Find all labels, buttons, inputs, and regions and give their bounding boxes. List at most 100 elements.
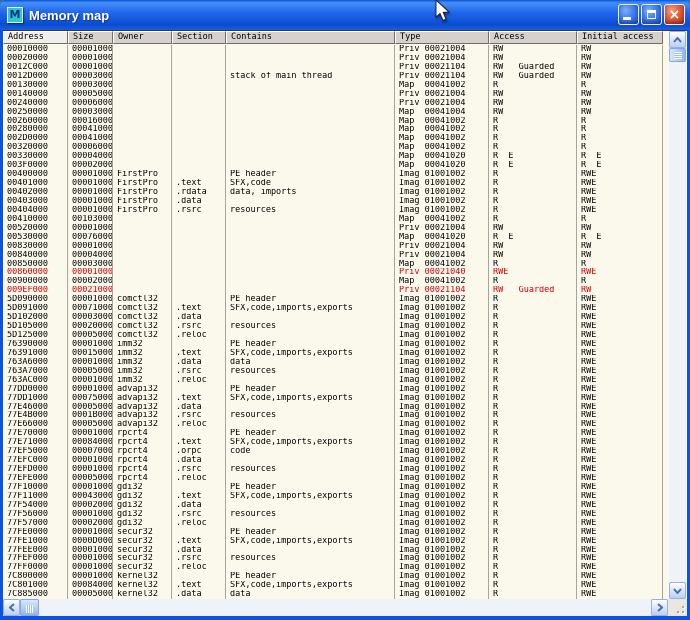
column-header-contains[interactable]: Contains <box>226 31 395 44</box>
scroll-up-button[interactable] <box>669 31 686 48</box>
size-cell: 00003000 <box>68 72 113 81</box>
maximize-button[interactable] <box>641 4 662 25</box>
table-row[interactable]: 5D09000000001000comctl32PE headerImag 01… <box>3 295 663 304</box>
table-row[interactable]: 0033000000004000Map 00041020R ER E <box>3 152 663 161</box>
table-row[interactable]: 0002000000001000Priv 00021004RWRW <box>3 54 663 63</box>
owner-cell <box>113 152 172 161</box>
table-row[interactable]: 77FE000000001000secur32PE headerImag 010… <box>3 528 663 537</box>
column-header-section[interactable]: Section <box>172 31 226 44</box>
column-header-size[interactable]: Size <box>68 31 113 44</box>
table-row[interactable]: 77F1000000001000gdi32PE headerImag 01001… <box>3 483 663 492</box>
table-row[interactable]: 5D10200000003000comctl32.dataImag 010010… <box>3 313 663 322</box>
table-row[interactable]: 77E7000000001000rpcrt4PE headerImag 0100… <box>3 429 663 438</box>
table-row[interactable]: 77FEE00000001000secur32.dataImag 0100100… <box>3 546 663 555</box>
table-row[interactable]: 0085000000003000Map 00041002RR <box>3 260 663 269</box>
resize-grip[interactable] <box>668 599 687 616</box>
table-row[interactable]: 0083000000001000Priv 00021004RWRW <box>3 242 663 251</box>
table-row[interactable]: 77FF000000001000secur32.relocImag 010010… <box>3 563 663 572</box>
table-row[interactable]: 77FE10000000D000secur32.textSFX,code,imp… <box>3 537 663 546</box>
table-row[interactable]: 77DD000000001000advapi32PE headerImag 01… <box>3 385 663 394</box>
scroll-right-button[interactable] <box>651 599 668 616</box>
column-header-type[interactable]: Type <box>395 31 489 44</box>
table-row[interactable]: 0001000000001000Priv 00021004RWRW <box>3 45 663 54</box>
table-row[interactable]: 7639100000015000imm32.textSFX,code,impor… <box>3 349 663 358</box>
horizontal-scrollbar[interactable] <box>3 599 668 616</box>
table-row[interactable]: 77F5600000001000gdi32.rsrcresourcesImag … <box>3 510 663 519</box>
close-button[interactable]: × <box>664 4 685 25</box>
size-cell: 00004000 <box>68 152 113 161</box>
table-row[interactable]: 0040400000001000FirstPro.rsrcresourcesIm… <box>3 206 663 215</box>
table-row[interactable]: 0024000000006000Priv 00021004RWRW <box>3 99 663 108</box>
table-row[interactable]: 763AC00000001000imm32.relocImag 01001002… <box>3 376 663 385</box>
size-cell: 00043000 <box>68 492 113 501</box>
table-row[interactable]: 0053000000076000Map 00041020R ER E <box>3 233 663 242</box>
table-row[interactable]: 5D10500000020000comctl32.rsrcresourcesIm… <box>3 322 663 331</box>
table-row[interactable]: 009EF00000021000Priv 00021104RW GuardedR… <box>3 286 663 295</box>
table-row[interactable]: 0040300000001000FirstPro.dataImag 010010… <box>3 197 663 206</box>
owner-cell: comctl32 <box>113 331 172 340</box>
table-row[interactable]: 0032000000006000Map 00041002RR <box>3 143 663 152</box>
table-row[interactable]: 77E6600000005000advapi32.relocImag 01001… <box>3 420 663 429</box>
table-row[interactable]: 0025000000003000Map 00041004RWRW <box>3 108 663 117</box>
owner-cell <box>113 54 172 63</box>
table-row[interactable]: 77EFD00000001000rpcrt4.rsrcresourcesImag… <box>3 465 663 474</box>
table-row[interactable]: 77E7100000084000rpcrt4.textSFX,code,impo… <box>3 438 663 447</box>
owner-cell: imm32 <box>113 340 172 349</box>
scroll-down-button[interactable] <box>669 582 686 599</box>
size-cell: 00005000 <box>68 367 113 376</box>
table-row[interactable]: 0040000000001000FirstProPE headerImag 01… <box>3 170 663 179</box>
table-row[interactable]: 77F5700000002000gdi32.relocImag 01001002… <box>3 519 663 528</box>
table-row[interactable]: 77EF500000007000rpcrt4.orpccodeImag 0100… <box>3 447 663 456</box>
column-header-access[interactable]: Access <box>489 31 577 44</box>
table-row[interactable]: 0041000000103000Map 00041002RR <box>3 215 663 224</box>
address-cell: 00401000 <box>3 179 68 188</box>
vertical-scroll-thumb[interactable] <box>669 48 686 62</box>
table-row[interactable]: 7C88500000005000kernel32.datadataImag 01… <box>3 590 663 599</box>
table-row[interactable]: 77EFC00000001000rpcrt4.dataImag 01001002… <box>3 456 663 465</box>
table-row[interactable]: 7C80100000084000kernel32.textSFX,code,im… <box>3 581 663 590</box>
table-row[interactable]: 7C80000000001000kernel32PE headerImag 01… <box>3 572 663 581</box>
table-row[interactable]: 77F1100000043000gdi32.textSFX,code,impor… <box>3 492 663 501</box>
table-row[interactable]: 7639000000001000imm32PE headerImag 01001… <box>3 340 663 349</box>
access-cell: R E <box>489 161 577 170</box>
table-row[interactable]: 0090000000002000Map 00041002RR <box>3 277 663 286</box>
scroll-left-button[interactable] <box>3 599 20 616</box>
address-cell: 77E66000 <box>3 420 68 429</box>
table-row[interactable]: 763A700000005000imm32.rsrcresourcesImag … <box>3 367 663 376</box>
table-row[interactable]: 77E4600000005000advapi32.dataImag 010010… <box>3 403 663 412</box>
column-header-initial-access[interactable]: Initial access <box>577 31 663 44</box>
close-icon: × <box>669 8 681 22</box>
table-row[interactable]: 0013000000003000Map 00041002RR <box>3 81 663 90</box>
titlebar[interactable]: M Memory map × <box>0 0 690 30</box>
table-row[interactable]: 77EFE00000005000rpcrt4.relocImag 0100100… <box>3 474 663 483</box>
vertical-scrollbar[interactable] <box>669 31 686 599</box>
initial-access-cell: RWE <box>577 581 663 590</box>
table-row[interactable]: 0014000000005000Priv 00021004RWRW <box>3 90 663 99</box>
table-row[interactable]: 77F5400000002000gdi32.dataImag 01001002R… <box>3 501 663 510</box>
table-row[interactable]: 763A600000001000imm32.datadataImag 01001… <box>3 358 663 367</box>
table-row[interactable]: 77E4B0000001B000advapi32.rsrcresourcesIm… <box>3 411 663 420</box>
table-row[interactable]: 0028000000041000Map 00041002RR <box>3 125 663 134</box>
table-row[interactable]: 0040200000001000FirstPro.rdatadata, impo… <box>3 188 663 197</box>
table-row[interactable]: 5D12500000005000comctl32.relocImag 01001… <box>3 331 663 340</box>
table-row[interactable]: 77DD100000075000advapi32.textSFX,code,im… <box>3 394 663 403</box>
address-cell: 77FEF000 <box>3 554 68 563</box>
horizontal-scroll-thumb[interactable] <box>20 599 39 616</box>
table-row[interactable]: 0012C00000001000Priv 00021104RW GuardedR… <box>3 63 663 72</box>
table-row[interactable]: 77FEF00000001000secur32.rsrcresourcesIma… <box>3 554 663 563</box>
address-cell: 00140000 <box>3 90 68 99</box>
table-row[interactable]: 0040100000001000FirstPro.textSFX,codeIma… <box>3 179 663 188</box>
column-header-address[interactable]: Address <box>3 31 68 44</box>
table-row[interactable]: 0084000000004000Priv 00021004RWRW <box>3 251 663 260</box>
initial-access-cell: RWE <box>577 537 663 546</box>
table-row[interactable]: 002D000000041000Map 00041002RR <box>3 134 663 143</box>
table-row[interactable]: 003F000000002000Map 00041020R ER E <box>3 161 663 170</box>
table-row[interactable]: 5D09100000071000comctl32.textSFX,code,im… <box>3 304 663 313</box>
table-row[interactable]: 0012D00000003000stack of main threadPriv… <box>3 72 663 81</box>
table-row[interactable]: 0052000000001000Priv 00021004RWRW <box>3 224 663 233</box>
table-row[interactable]: 0026000000016000Map 00041002RR <box>3 117 663 126</box>
table-row[interactable]: 0086000000001000Priv 00021040RWERWE <box>3 268 663 277</box>
minimize-button[interactable] <box>618 4 639 25</box>
owner-cell: gdi32 <box>113 501 172 510</box>
column-header-owner[interactable]: Owner <box>113 31 172 44</box>
